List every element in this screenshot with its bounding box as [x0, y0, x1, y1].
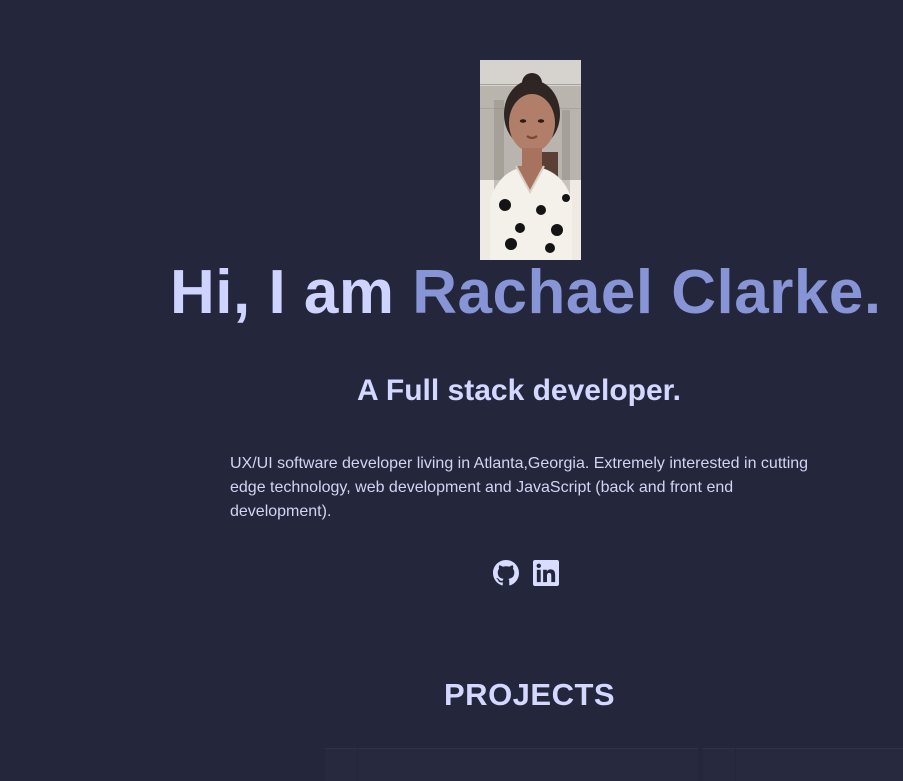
hero-greeting: Hi, I am [170, 258, 413, 327]
linkedin-link[interactable] [533, 560, 559, 586]
project-card-placeholder[interactable] [358, 748, 698, 781]
hero-subtitle: A Full stack developer. [357, 374, 682, 407]
project-card-placeholder[interactable] [325, 748, 357, 781]
project-card-placeholder[interactable] [736, 748, 903, 781]
profile-photo [480, 60, 581, 260]
social-links [493, 560, 559, 586]
projects-preview-strip [0, 748, 903, 780]
projects-heading: PROJECTS [444, 677, 616, 712]
hero-title: Hi, I am Rachael Clarke. [170, 262, 882, 324]
github-link[interactable] [493, 560, 519, 586]
linkedin-icon [533, 560, 559, 586]
github-icon [493, 560, 519, 586]
hero-name: Rachael Clarke. [412, 258, 882, 327]
project-card-placeholder[interactable] [703, 748, 735, 781]
hero-bio: UX/UI software developer living in Atlan… [230, 455, 809, 520]
profile-photo-art [480, 60, 581, 260]
